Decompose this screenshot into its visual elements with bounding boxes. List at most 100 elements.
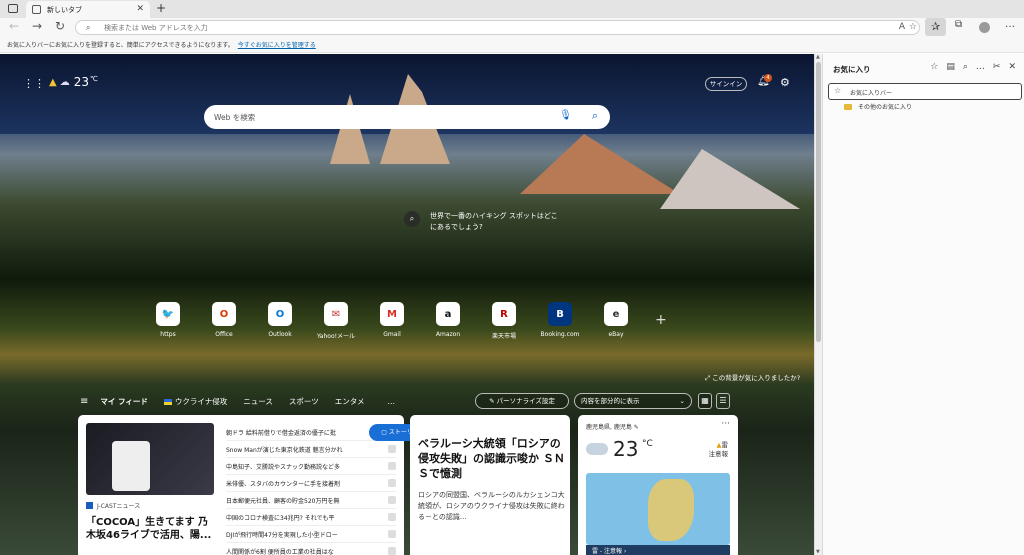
weather-card[interactable]: 鹿児島県, 鹿児島 ✎ ··· 23 °C ▲雷 注意報 雷 - 注意報 › [578,415,738,555]
forward-button[interactable]: → [32,19,42,33]
quick-link-tile[interactable]: M Gmail [364,302,420,340]
add-folder-icon[interactable]: ▤ [946,62,955,72]
other-favorites-folder[interactable]: その他のお気に入り [844,102,912,111]
image-caption[interactable]: ⌕ 世界で一番のハイキング スポットはどこ にあるでしょう? [404,211,558,233]
new-tab-button[interactable]: + [156,1,166,15]
tile-label: Gmail [383,331,401,338]
hamburger-icon[interactable]: ≡ [80,396,88,407]
news-list: 朝ドラ 給料前借りで借金返済の優子に批 Snow Manが演じた東京化鉄道 魅言… [226,424,396,555]
booking-icon: B [548,302,572,326]
scrollbar-thumb[interactable] [816,62,821,342]
page-scrollbar[interactable]: ▲ ▼ [814,54,822,555]
refresh-button[interactable]: ↻ [55,19,65,33]
address-bar[interactable]: ⌕ 検索または Web アドレスを入力 A ☆ [75,20,920,35]
source-logo-icon [388,479,396,487]
list-item-text: 日本郵便元社員、顧客の貯金520万円を無 [226,497,340,505]
map-land [648,479,694,541]
search-icon[interactable]: ⌕ [963,62,968,72]
weather-unit: °C [642,439,653,449]
tab-new-tab[interactable]: 新しいタブ ✕ [26,1,150,18]
list-item[interactable]: Snow Manが演じた東京化鉄道 魅言分かれ [226,441,396,458]
apps-grid-icon[interactable]: ⋮⋮ [23,77,45,90]
weather-alert-bar[interactable]: 雷 - 注意報 › [586,545,730,555]
yahoo-mail-icon: ✉ [324,302,348,326]
weather-temp: 23 [73,75,89,89]
weather-advisory: 注意報 [708,450,729,458]
add-favorite-icon[interactable]: ☆ [930,62,938,72]
news-headline[interactable]: ベラルーシ大統領「ロシアの侵攻失敗」の認識示唆か ＳＮＳで憶測 [418,436,566,481]
quick-link-tile[interactable]: O Outlook [252,302,308,340]
microphone-icon[interactable]: 🎙︎ [559,110,572,121]
quick-link-tile[interactable]: R 楽天市場 [476,302,532,340]
search-icon: ⌕ [404,211,420,227]
like-background-link[interactable]: ⤢ この背景が気に入りましたか? [705,372,800,383]
more-icon[interactable]: … [976,62,985,72]
more-menu-icon[interactable]: … [1005,19,1015,30]
news-card[interactable]: ベラルーシ大統領「ロシアの侵攻失敗」の認識示唆か ＳＮＳで憶測 ロシアの同盟国、… [410,415,570,555]
notification-bell-icon[interactable]: 🔔︎ 4 [757,74,772,87]
list-item[interactable]: 人間関係が6割 便所員の工業の社員はな [226,543,396,555]
search-icon[interactable]: ⌕ [592,109,598,123]
gear-icon[interactable]: ⚙ [780,76,790,89]
manage-favorites-link[interactable]: 今すぐお気に入りを管理する [238,40,316,49]
list-item-text: 米俳優、スタバのカウンターに手を接着剤 [226,480,341,488]
read-aloud-icon[interactable]: A [899,22,905,32]
list-item[interactable]: 中国のコロナ検査に34兆円? それでも平 [226,509,396,526]
weather-widget-top[interactable]: ▲ ☁ 23 ℃ [49,75,98,89]
news-card[interactable]: J-CASTニュース 「COCOA」生きてます 乃木坂46ライブで活用、陽...… [78,415,404,555]
news-source: J-CASTニュース [86,501,140,510]
collections-icon[interactable]: ⧉ [955,19,962,30]
favorites-button[interactable]: ✰ [925,18,946,36]
list-item[interactable]: DJIが飛行時間47分を実現した小型ドロー [226,526,396,543]
web-search-box[interactable]: Web を検索 🎙︎ ⌕ [204,105,610,129]
card-more-button[interactable]: ··· [721,419,730,429]
quick-link-tile[interactable]: O Office [196,302,252,340]
list-item[interactable]: 日本郵便元社員、顧客の貯金520万円を無 [226,492,396,509]
avatar[interactable] [979,22,990,33]
scroll-down-icon[interactable]: ▼ [816,549,820,555]
source-logo-icon [388,547,396,555]
add-tile-button[interactable]: + [655,312,667,328]
cloud-icon: ☁ [59,76,70,88]
quick-link-tile[interactable]: e eBay [588,302,644,340]
display-option-select[interactable]: 内容を部分的に表示 ⌄ [574,393,692,409]
back-button[interactable]: ← [9,19,19,33]
favorites-bar-folder[interactable]: ☆ お気に入りバー [828,83,1022,100]
quick-link-tile[interactable]: ✉ Yahoo!メール [308,302,364,340]
list-item[interactable]: 米俳優、スタバのカウンターに手を接着剤 [226,475,396,492]
pin-icon[interactable]: ✂ [993,62,1001,72]
folder-icon [844,103,852,110]
source-logo-icon [388,462,396,470]
grid-view-button[interactable]: ▦ [698,393,712,409]
tab-sports[interactable]: スポーツ [289,396,319,407]
tab-entertainment[interactable]: エンタメ [335,396,365,407]
close-icon[interactable]: ✕ [1008,62,1016,72]
quick-link-tile[interactable]: B Booking.com [532,302,588,340]
news-headline[interactable]: 「COCOA」生きてます 乃木坂46ライブで活用、陽... [86,516,214,542]
personalize-button[interactable]: ✎ パーソナライズ設定 [475,393,569,409]
tab-ukraine[interactable]: ウクライナ侵攻 [163,396,227,407]
source-logo-icon [388,513,396,521]
list-item-text: 中島知子、艾勝説やスナック勤務説など多 [226,463,341,471]
quick-link-tile[interactable]: 🐦 https [140,302,196,340]
favorites-panel-actions: ☆ ▤ ⌕ … ✂ ✕ [930,62,1016,72]
tab-title: 新しいタブ [47,5,82,14]
favorites-bar-text: お気に入りバーにお気に入りを登録すると、簡単にアクセスできるようになります。 [7,42,234,49]
tab-strip: 新しいタブ ✕ + [0,0,1024,18]
quick-link-tile[interactable]: a Amazon [420,302,476,340]
tab-close-icon[interactable]: ✕ [136,4,144,14]
scroll-up-icon[interactable]: ▲ [816,54,820,60]
toolbar: ← → ↻ ⌕ 検索または Web アドレスを入力 A ☆ ✰ ⧉ … [0,18,1024,37]
signin-button[interactable]: サインイン [705,77,747,91]
cloud-icon [586,443,608,455]
feed-more-button[interactable]: … [387,397,395,406]
list-item[interactable]: 中島知子、艾勝説やスナック勤務説など多 [226,458,396,475]
tab-my-feed[interactable]: マイ フィード [100,396,147,407]
window-menu-icon[interactable] [8,4,18,13]
weather-map[interactable] [586,473,730,545]
list-item-text: Snow Manが演じた東京化鉄道 魅言分かれ [226,446,343,454]
list-view-button[interactable]: ☰ [716,393,730,409]
weather-unit: ℃ [89,75,98,83]
add-favorite-icon[interactable]: ☆ [909,22,917,32]
tab-news[interactable]: ニュース [243,396,273,407]
